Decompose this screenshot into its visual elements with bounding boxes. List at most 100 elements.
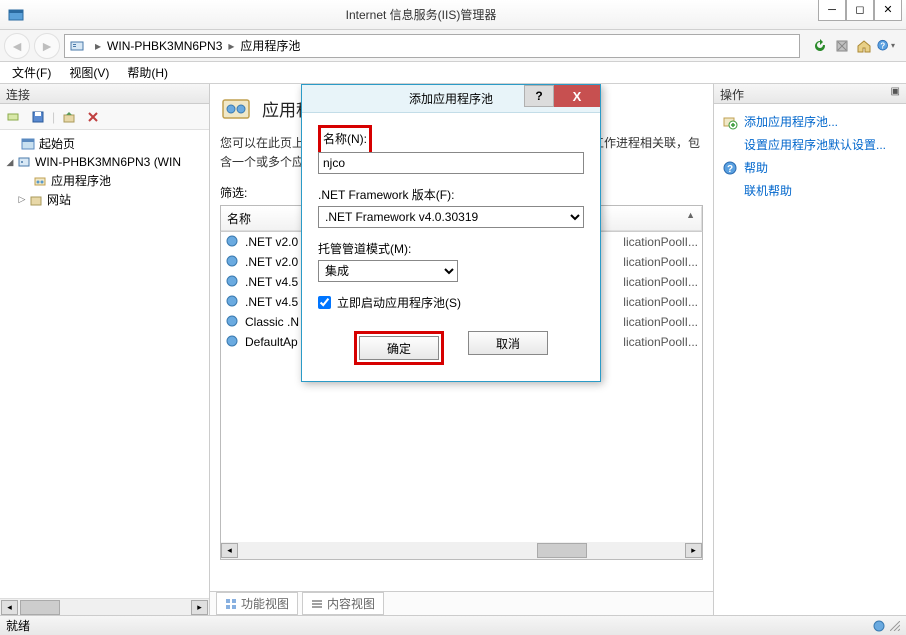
breadcrumb-separator-icon: ▸ <box>228 39 234 53</box>
tree-sites[interactable]: ▷ 网站 <box>2 190 207 209</box>
config-icon[interactable] <box>872 619 886 633</box>
features-view-tab[interactable]: 功能视图 <box>216 592 298 615</box>
content-panel: 应用程序池 您可以在此页上查看和管理服务器上的应用程序池列表。应用程序池与工作进… <box>210 84 714 615</box>
add-app-pool-dialog: 添加应用程序池 ? X 名称(N): .NET Framework 版本(F <box>301 84 601 382</box>
scroll-thumb[interactable] <box>20 600 60 615</box>
row-extra: licationPoolI... <box>623 255 698 269</box>
expand-toggle-icon[interactable]: ▷ <box>16 194 28 205</box>
svg-text:?: ? <box>727 164 733 175</box>
action-help[interactable]: ? 帮助 <box>720 156 900 179</box>
content-view-tab[interactable]: 内容视图 <box>302 592 384 615</box>
scroll-left-icon[interactable]: ◂ <box>221 543 238 558</box>
close-button[interactable]: ✕ <box>874 0 902 21</box>
app-pool-icon <box>32 173 48 189</box>
tree-server[interactable]: ◢ WIN-PHBK3MN6PN3 (WIN <box>2 153 207 171</box>
stop-icon[interactable] <box>832 36 852 56</box>
pool-icon <box>225 274 241 290</box>
add-pool-icon <box>722 114 738 130</box>
scroll-right-icon[interactable]: ▸ <box>191 600 208 615</box>
save-icon[interactable] <box>28 107 48 127</box>
tree-label: WIN-PHBK3MN6PN3 (WIN <box>35 155 181 169</box>
dialog-body: 名称(N): .NET Framework 版本(F): .NET Framew… <box>302 113 600 381</box>
refresh-icon[interactable] <box>810 36 830 56</box>
breadcrumb-server[interactable]: WIN-PHBK3MN6PN3 <box>107 39 222 53</box>
row-name: .NET v4.5 <box>245 275 298 289</box>
tree-app-pools[interactable]: 应用程序池 <box>2 171 207 190</box>
help-icon: ? <box>722 160 738 176</box>
dialog-titlebar[interactable]: 添加应用程序池 ? X <box>302 85 600 113</box>
nav-forward-button[interactable]: ► <box>34 33 60 59</box>
window-titlebar: Internet 信息服务(IIS)管理器 ─ ◻ ✕ <box>0 0 906 30</box>
connections-toolbar: | <box>0 104 209 130</box>
sort-icon: ▲ <box>686 210 695 220</box>
actions-header: 操作 ▣ <box>714 84 906 104</box>
collapse-icon[interactable]: ▣ <box>891 86 900 101</box>
actions-header-label: 操作 <box>720 86 744 101</box>
framework-label: .NET Framework 版本(F): <box>318 186 584 203</box>
start-page-icon <box>20 136 36 152</box>
pipeline-label: 托管管道模式(M): <box>318 240 584 257</box>
status-grip-icon <box>872 619 900 633</box>
col-name-label: 名称 <box>227 212 251 226</box>
tree-label: 起始页 <box>39 135 75 152</box>
breadcrumb[interactable]: ▸ WIN-PHBK3MN6PN3 ▸ 应用程序池 <box>64 34 800 58</box>
row-name: .NET v2.0 <box>245 235 298 249</box>
row-name: DefaultAp <box>245 335 298 349</box>
sites-icon <box>28 192 44 208</box>
autostart-row[interactable]: 立即启动应用程序池(S) <box>318 294 584 311</box>
grid-hscrollbar[interactable]: ◂ ▸ <box>221 542 702 559</box>
scroll-right-icon[interactable]: ▸ <box>685 543 702 558</box>
row-extra: licationPoolI... <box>623 335 698 349</box>
content-icon <box>311 598 323 610</box>
name-input[interactable] <box>318 152 584 174</box>
menu-bar: 文件(F) 视图(V) 帮助(H) <box>0 62 906 84</box>
scroll-thumb[interactable] <box>537 543 587 558</box>
dialog-close-button[interactable]: X <box>554 85 600 107</box>
menu-file[interactable]: 文件(F) <box>4 62 59 83</box>
row-extra: licationPoolI... <box>623 295 698 309</box>
connections-hscrollbar[interactable]: ◂ ▸ <box>0 598 209 615</box>
tree-label: 网站 <box>47 191 71 208</box>
features-icon <box>225 598 237 610</box>
action-set-defaults[interactable]: 设置应用程序池默认设置... <box>720 133 900 156</box>
menu-help[interactable]: 帮助(H) <box>119 62 176 83</box>
nav-bar: ◄ ► ▸ WIN-PHBK3MN6PN3 ▸ 应用程序池 ?▾ <box>0 30 906 62</box>
collapse-toggle-icon[interactable]: ◢ <box>4 157 16 168</box>
connect-icon[interactable] <box>4 107 24 127</box>
autostart-label: 立即启动应用程序池(S) <box>337 294 461 311</box>
home-icon[interactable] <box>854 36 874 56</box>
app-pool-big-icon <box>220 92 252 124</box>
action-label: 帮助 <box>744 159 768 176</box>
action-add-pool[interactable]: 添加应用程序池... <box>720 110 900 133</box>
framework-select[interactable]: .NET Framework v4.0.30319 <box>318 206 584 228</box>
pool-icon <box>225 314 241 330</box>
content-body: 应用程序池 您可以在此页上查看和管理服务器上的应用程序池列表。应用程序池与工作进… <box>210 84 713 591</box>
row-name: .NET v2.0 <box>245 255 298 269</box>
status-text: 就绪 <box>6 617 30 634</box>
pool-icon <box>225 254 241 270</box>
minimize-button[interactable]: ─ <box>818 0 846 21</box>
pipeline-select[interactable]: 集成 <box>318 260 458 282</box>
breadcrumb-node[interactable]: 应用程序池 <box>240 37 300 54</box>
maximize-button[interactable]: ◻ <box>846 0 874 21</box>
action-online-help[interactable]: 联机帮助 <box>720 179 900 202</box>
action-label: 添加应用程序池... <box>744 113 838 130</box>
tree-start-page[interactable]: 起始页 <box>2 134 207 153</box>
delete-icon[interactable] <box>83 107 103 127</box>
row-extra: licationPoolI... <box>623 275 698 289</box>
cancel-button[interactable]: 取消 <box>468 331 548 355</box>
tab-label: 功能视图 <box>241 595 289 612</box>
autostart-checkbox[interactable] <box>318 296 331 309</box>
up-icon[interactable] <box>59 107 79 127</box>
window-controls: ─ ◻ ✕ <box>818 0 906 29</box>
row-extra: licationPoolI... <box>623 315 698 329</box>
nav-back-button[interactable]: ◄ <box>4 33 30 59</box>
help-dropdown-icon[interactable]: ?▾ <box>876 36 896 56</box>
action-label: 设置应用程序池默认设置... <box>744 136 886 153</box>
dialog-help-button[interactable]: ? <box>524 85 554 107</box>
scroll-left-icon[interactable]: ◂ <box>1 600 18 615</box>
actions-panel: 操作 ▣ 添加应用程序池... 设置应用程序池默认设置... ? 帮助 联机帮助 <box>714 84 906 615</box>
menu-view[interactable]: 视图(V) <box>61 62 117 83</box>
ok-button[interactable]: 确定 <box>359 336 439 360</box>
filter-label: 筛选: <box>220 184 247 201</box>
